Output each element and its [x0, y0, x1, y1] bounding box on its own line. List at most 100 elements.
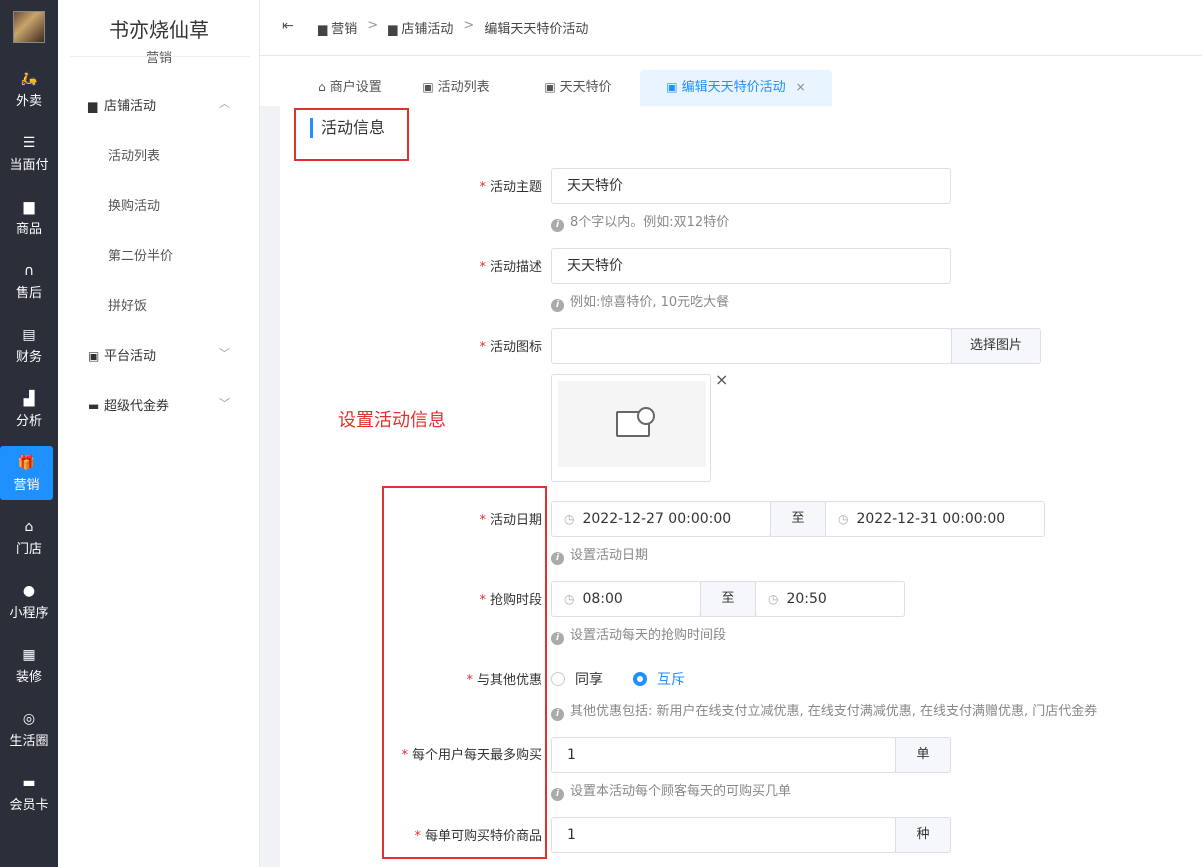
sidebar-item-second-half[interactable]: 第二份半价 [108, 245, 173, 264]
remove-image-icon[interactable]: × [715, 370, 728, 389]
nav-item-analysis[interactable]: ▟ 分析 [0, 382, 58, 436]
clock-icon: ◷ [564, 512, 575, 526]
clock-icon: ◷ [564, 592, 575, 606]
desc-label: * 活动描述 [479, 260, 542, 275]
shop-icon: ▆ [388, 22, 398, 36]
limit-hint: i 设置本活动每个顾客每天的可购买几单 [551, 780, 791, 801]
bag-icon: ▆ [23, 199, 35, 215]
main-content: 活动信息 设置活动信息 * 活动主题 天天特价 i 8个字以内。例如:双12特价 *… [280, 106, 1202, 867]
sidebar-item-group-meal[interactable]: 拼好饭 [108, 295, 147, 314]
list-icon: ☰ [22, 135, 36, 151]
other-discount-label: * 与其他优惠 [466, 673, 542, 688]
store-logo [13, 11, 45, 43]
annotation-text: 设置活动信息 [338, 410, 446, 431]
nav-item-lifecircle[interactable]: ◎ 生活圈 [0, 702, 58, 756]
gift-icon: ▣ [666, 80, 678, 94]
limit-label: * 每个用户每天最多购买 [401, 748, 542, 763]
date-end-input[interactable]: ◷ 2022-12-31 00:00:00 [825, 501, 1045, 537]
decorate-icon: ▦ [22, 647, 36, 663]
sidebar-group-platform-activity[interactable]: ▣ 平台活动 ﹀ [88, 345, 258, 364]
count-input[interactable]: 1 [551, 817, 896, 853]
date-range-separator: 至 [770, 501, 826, 537]
info-icon: i [551, 632, 564, 645]
icon-preview[interactable] [551, 374, 711, 482]
sidebar-group-voucher[interactable]: ▬ 超级代金券 ﹀ [88, 395, 258, 414]
gift-icon: ▣ [422, 80, 434, 94]
bar-chart-icon: ▟ [23, 391, 35, 407]
search-icon [637, 407, 655, 425]
nav-item-facepay[interactable]: ☰ 当面付 [0, 126, 58, 180]
radio-checked-icon [633, 672, 647, 686]
collapse-menu-icon[interactable]: ⇤ [282, 18, 294, 34]
time-label: * 抢购时段 [479, 593, 542, 608]
clock-icon: ◷ [768, 592, 779, 606]
tab-activity-list[interactable]: ▣ 活动列表 [416, 70, 496, 106]
breadcrumb-current: 编辑天天特价活动 [484, 22, 589, 37]
sub-sidebar: 书亦烧仙草 营销 ▆ 店铺活动 ︿ 活动列表 换购活动 第二份半价 拼好饭 ▣ 平台… [58, 0, 260, 867]
theme-label: * 活动主题 [479, 180, 542, 195]
time-hint: i 设置活动每天的抢购时间段 [551, 624, 726, 645]
tab-daily-special[interactable]: ▣ 天天特价 [538, 70, 618, 106]
card-icon: ▬ [22, 775, 36, 791]
breadcrumb: ▆ 营销 > ▆ 店铺活动 > 编辑天天特价活动 [318, 18, 588, 37]
nav-item-membercard[interactable]: ▬ 会员卡 [0, 766, 58, 820]
breadcrumb-separator: > [463, 18, 475, 33]
icon-label: * 活动图标 [479, 340, 542, 355]
scooter-icon: 🛵 [20, 71, 38, 87]
wechat-icon: ● [22, 583, 36, 599]
nav-item-decorate[interactable]: ▦ 装修 [0, 638, 58, 692]
gift-icon: 🎁 [17, 455, 36, 471]
close-icon[interactable]: × [796, 80, 806, 94]
count-label: * 每单可购买特价商品 [414, 829, 542, 844]
info-icon: i [551, 299, 564, 312]
gift-icon: ▆ [318, 22, 328, 36]
nav-item-takeout[interactable]: 🛵 外卖 [0, 62, 58, 116]
count-unit: 种 [895, 817, 951, 853]
sidebar-group-shop-activity[interactable]: ▆ 店铺活动 ︿ [88, 95, 258, 114]
nav-item-miniprogram[interactable]: ● 小程序 [0, 574, 58, 628]
tab-edit-daily-special[interactable]: ▣ 编辑天天特价活动 × [640, 70, 832, 106]
icon-path-input[interactable] [551, 328, 952, 364]
info-icon: i [551, 552, 564, 565]
nav-item-store[interactable]: ⌂ 门店 [0, 510, 58, 564]
nav-item-goods[interactable]: ▆ 商品 [0, 190, 58, 244]
radio-icon [551, 672, 565, 686]
radio-exclusive[interactable]: 互斥 [633, 669, 685, 689]
desc-input[interactable]: 天天特价 [551, 248, 951, 284]
ticket-icon: ▬ [88, 399, 100, 413]
image-placeholder [558, 381, 706, 467]
gift-icon: ▣ [88, 349, 100, 363]
date-start-input[interactable]: ◷ 2022-12-27 00:00:00 [551, 501, 771, 537]
radio-share[interactable]: 同享 [551, 669, 603, 689]
time-range-separator: 至 [700, 581, 756, 617]
theme-input[interactable]: 天天特价 [551, 168, 951, 204]
clock-icon: ◷ [838, 512, 849, 526]
choose-image-button[interactable]: 选择图片 [951, 328, 1041, 364]
store-icon: ⌂ [24, 519, 34, 535]
limit-input[interactable]: 1 [551, 737, 896, 773]
sidebar-divider [70, 56, 250, 57]
info-icon: i [551, 219, 564, 232]
main-nav: 🛵 外卖 ☰ 当面付 ▆ 商品 ∩ 售后 ▤ 财务 ▟ 分析 🎁 营销 ⌂ 门店 ● 小程序 ▦ 装… [0, 0, 58, 867]
gift-icon: ▣ [544, 80, 556, 94]
desc-hint: i 例如:惊喜特价, 10元吃大餐 [551, 291, 729, 312]
nav-item-finance[interactable]: ▤ 财务 [0, 318, 58, 372]
breadcrumb-item[interactable]: ▆ 店铺活动 [388, 18, 453, 37]
sidebar-item-exchange[interactable]: 换购活动 [108, 195, 160, 214]
time-start-input[interactable]: ◷ 08:00 [551, 581, 701, 617]
tab-merchant-settings[interactable]: ⌂ 商户设置 [310, 70, 390, 106]
time-end-input[interactable]: ◷ 20:50 [755, 581, 905, 617]
limit-unit: 单 [895, 737, 951, 773]
theme-hint: i 8个字以内。例如:双12特价 [551, 211, 729, 232]
nav-item-aftersale[interactable]: ∩ 售后 [0, 254, 58, 308]
highlight-box-title [294, 108, 409, 161]
headset-icon: ∩ [23, 263, 35, 279]
brand-name: 书亦烧仙草 [109, 18, 209, 42]
circle-icon: ◎ [22, 711, 36, 727]
info-icon: i [551, 788, 564, 801]
nav-item-marketing[interactable]: 🎁 营销 [0, 446, 53, 500]
other-discount-hint: i 其他优惠包括: 新用户在线支付立减优惠, 在线支付满减优惠, 在线支付满赠优惠… [551, 700, 1097, 721]
breadcrumb-item[interactable]: ▆ 营销 [318, 18, 357, 37]
chevron-down-icon: ﹀ [219, 397, 230, 410]
sidebar-item-activity-list[interactable]: 活动列表 [108, 145, 160, 164]
